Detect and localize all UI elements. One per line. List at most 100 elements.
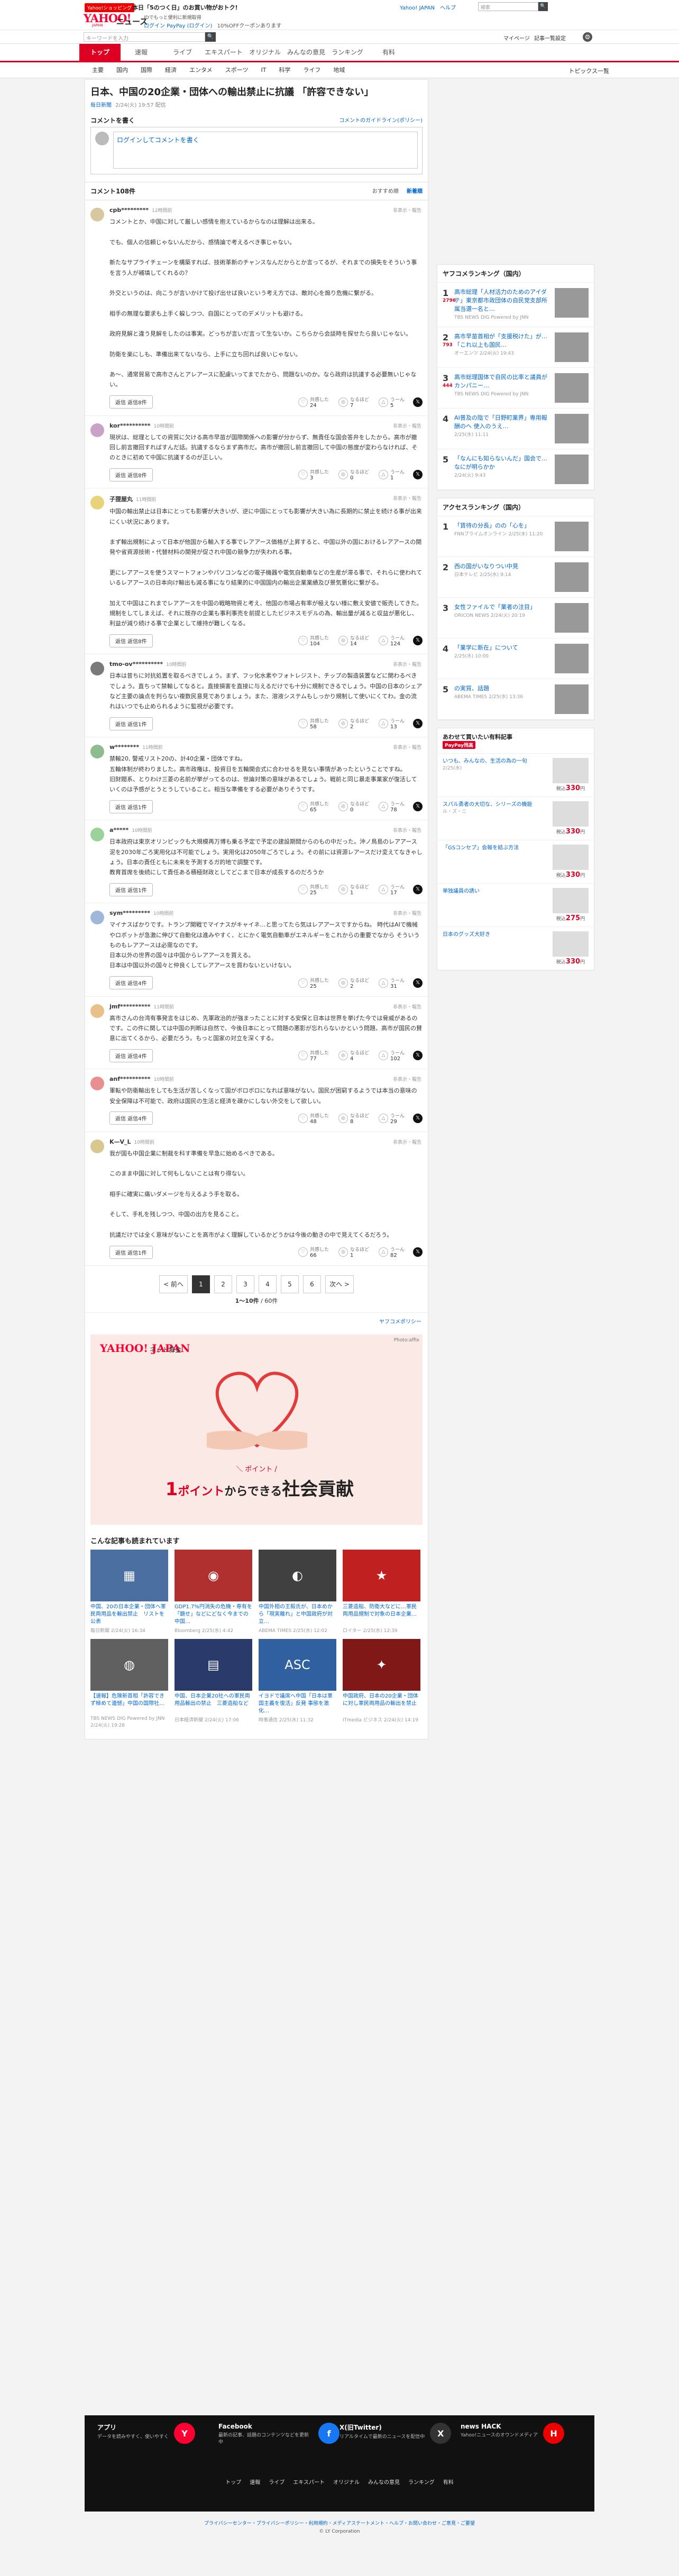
footer-nav-link[interactable]: オリジナル (333, 2478, 360, 2486)
comment-user[interactable]: anf********** 10時間前 (109, 1076, 423, 1082)
vote-think[interactable]: ◎ なるほど 2 (338, 977, 369, 989)
paid-article-item[interactable]: 日本のグッズ大好き 税込330円 (437, 926, 594, 970)
ranking-title[interactable]: 高市総理「人材活力のためのアイダテ」東京都市政団体の自民党支部所属当選一名と… T… (454, 288, 550, 321)
vote-think[interactable]: ◎ なるほど 4 (338, 1049, 369, 1062)
access-ranking-title[interactable]: 西の国がいなりつい中見 日本テレビ 2/25(水) 9:14 (454, 562, 550, 592)
related-article[interactable]: ▤ 中国、日本企業20社への軍民両用品輸出の禁止 三菱造船など 日本経済新聞 2/2… (175, 1639, 252, 1728)
avatar[interactable] (90, 1004, 104, 1018)
related-title[interactable]: 【速報】危険新首相「許容できず極めて遺憾」中国の国際社… (90, 1693, 168, 1715)
vote-disagree[interactable]: △ うーん 17 (378, 883, 405, 896)
access-ranking-item[interactable]: 1 「賃待の分長」のの「心を」 FNNプライムオンライン 2/25(水) 11:20 (437, 516, 594, 557)
vote-agree[interactable]: ♡ 共感した 25 (298, 883, 329, 896)
footer-block[interactable]: X(旧Twitter) リアルタイムで最新のニュースを配信中 X (340, 2423, 461, 2445)
reply-button[interactable]: 返信 返信4件 (109, 1111, 153, 1125)
tab-3[interactable]: エキスパート (203, 44, 244, 61)
access-ranking-title[interactable]: 女性ファイルで「業者の注目」 ORICON NEWS 2/24(火) 20:19 (454, 603, 550, 633)
comment-user[interactable]: sym********* 10時間前 (109, 910, 423, 916)
footer-nav-link[interactable]: 速報 (250, 2478, 260, 2486)
report-link[interactable]: 非表示・報告 (393, 910, 421, 916)
access-ranking-title[interactable]: 「業学に新在」について 2/25(水) 10:00 (454, 644, 550, 673)
paid-article-title[interactable]: 「GSコンセプ」会報を結ぶ方法 (443, 845, 548, 879)
vote-think[interactable]: ◎ なるほど 14 (338, 634, 369, 647)
subnav-item-0[interactable]: 主要 (86, 62, 110, 78)
subnav-item-8[interactable]: ライフ (297, 62, 327, 78)
related-title[interactable]: GDP1.7%円消失の危機・専有を「鏡せ」などにどなく今までの中国… (175, 1604, 252, 1626)
ranking-title[interactable]: AI普及の陰で「日野町業界」専用報酬のへ 使入のうえ… 2/25(水) 11:11 (454, 414, 550, 443)
page-button[interactable]: 4 (259, 1275, 277, 1294)
avatar[interactable] (90, 662, 104, 676)
vote-think[interactable]: ◎ なるほど 1 (338, 883, 369, 896)
settings-link[interactable]: 記事一覧設定 (534, 34, 566, 42)
yahoo-logo[interactable]: YAHOO! JAPAN (84, 13, 132, 27)
related-title[interactable]: イヨドで議席へ中国「日本は軍国主義を復活」反発 事態を激化… (259, 1693, 336, 1715)
paid-article-title[interactable]: 日本のグッズ大好き (443, 931, 548, 966)
reply-button[interactable]: 返信 返信8件 (109, 468, 153, 481)
comment-user[interactable]: kor********** 10時間前 (109, 422, 423, 429)
subnav-item-3[interactable]: 経済 (159, 62, 183, 78)
report-link[interactable]: 非表示・報告 (393, 1138, 421, 1145)
related-article[interactable]: ◍ 【速報】危険新首相「許容できず極めて遺憾」中国の国際社… TBS NEWS DI… (90, 1639, 168, 1728)
related-article[interactable]: ASC イヨドで議席へ中国「日本は軍国主義を復活」反発 事態を激化… 時事通信 2/… (259, 1639, 336, 1728)
vote-agree[interactable]: ♡ 共感した 58 (298, 717, 329, 730)
related-title[interactable]: 三菱造船、防衛大などに…軍民両用品規制で対象の日本企業… (343, 1604, 420, 1626)
search-icon[interactable]: 🔍 (538, 2, 548, 11)
footer-nav-link[interactable]: ランキング (408, 2478, 435, 2486)
report-link[interactable]: 非表示・報告 (393, 1076, 421, 1082)
x-share-icon[interactable]: 𝕏 (413, 978, 423, 988)
footer-block[interactable]: news HACK Yahoo!ニュースのオウンドメディア H (461, 2423, 582, 2445)
yahoo-comment-policy-link[interactable]: ヤフコメポリシー (85, 1312, 428, 1329)
x-share-icon[interactable]: 𝕏 (413, 802, 423, 812)
vote-agree[interactable]: ♡ 共感した 104 (298, 634, 329, 647)
ranking-title[interactable]: 高市総理国体で自民の比率と議員がカンパニー… TBS NEWS DIG Power… (454, 373, 550, 403)
promo-badge[interactable]: Yahoo!ショッピング (85, 3, 135, 12)
xtwitter-icon[interactable]: X (430, 2423, 452, 2444)
reply-button[interactable]: 返信 返信1件 (109, 883, 153, 896)
x-share-icon[interactable]: 𝕏 (413, 1247, 423, 1257)
vote-disagree[interactable]: △ うーん 78 (378, 800, 405, 813)
paid-article-item[interactable]: 「GSコンセプ」会報を結ぶ方法 税込330円 (437, 839, 594, 883)
comment-user[interactable]: K—V_L 10時間前 (109, 1138, 423, 1145)
vote-disagree[interactable]: △ うーん 1 (378, 468, 405, 481)
source-link[interactable]: 毎日新聞 (90, 103, 112, 108)
comment-user[interactable]: jmf********** 11時間前 (109, 1003, 423, 1010)
login-link[interactable]: ログイン (144, 23, 165, 29)
topics-list-link[interactable]: トピックス一覧 (568, 67, 609, 75)
vote-disagree[interactable]: △ うーん 102 (378, 1049, 405, 1062)
comment-policy-link[interactable]: コメントのガイドライン(ポリシー) (339, 116, 423, 125)
paypay-login-link[interactable]: PayPay (ログイン) (167, 23, 212, 29)
reply-button[interactable]: 返信 返信8件 (109, 634, 153, 647)
page-button[interactable]: 3 (236, 1275, 254, 1294)
related-title[interactable]: 中国、日本企業20社への軍民両用品輸出の禁止 三菱造船など (175, 1693, 252, 1715)
top-links[interactable]: Yahoo! JAPAN ヘルプ (400, 3, 456, 11)
page-button[interactable]: 2 (214, 1275, 232, 1294)
reply-button[interactable]: 返信 返信1件 (109, 1245, 153, 1259)
avatar[interactable] (90, 745, 104, 759)
x-share-icon[interactable]: 𝕏 (413, 636, 423, 646)
subnav-item-1[interactable]: 国内 (110, 62, 134, 78)
tab-2[interactable]: ライブ (162, 44, 203, 61)
avatar[interactable] (90, 1077, 104, 1091)
-icon[interactable]: Y (174, 2423, 196, 2444)
vote-disagree[interactable]: △ うーん 5 (378, 396, 405, 409)
related-article[interactable]: ▦ 中国、20の日本企業・団体へ軍民両用品を輸出禁止 リストを公表 毎日新聞 2/2… (90, 1550, 168, 1634)
tab-6[interactable]: ランキング (327, 44, 368, 61)
x-share-icon[interactable]: 𝕏 (413, 470, 423, 480)
paid-article-item[interactable]: 単独議員の誘い 税込275円 (437, 883, 594, 926)
subnav-item-9[interactable]: 地域 (327, 62, 351, 78)
related-article[interactable]: ★ 三菱造船、防衛大などに…軍民両用品規制で対象の日本企業… ロイター 2/25(水… (343, 1550, 420, 1634)
related-article[interactable]: ◐ 中国外相の王毅氏が、日本めから「現実離れ」と中国政府が対立… ABEMA TIM… (259, 1550, 336, 1634)
sort-recommended[interactable]: おすすめ順 (372, 189, 399, 194)
vote-think[interactable]: ◎ なるほど 2 (338, 717, 369, 730)
x-share-icon[interactable]: 𝕏 (413, 885, 423, 895)
ranking-item[interactable]: 3 444 高市総理国体で自民の比率と議員がカンパニー… TBS NEWS DIG P… (437, 368, 594, 409)
avatar[interactable] (90, 828, 104, 842)
avatar[interactable] (90, 911, 104, 925)
vote-think[interactable]: ◎ なるほど 8 (338, 1112, 369, 1125)
next-page-button[interactable]: 次へ > (325, 1275, 354, 1294)
reply-button[interactable]: 返信 返信4件 (109, 976, 153, 990)
tagline[interactable]: IDでもっと便利に新規取得 (144, 14, 201, 21)
vote-agree[interactable]: ♡ 共感した 24 (298, 396, 329, 409)
vote-agree[interactable]: ♡ 共感した 3 (298, 468, 329, 481)
avatar[interactable] (90, 1139, 104, 1153)
subnav-item-7[interactable]: 科学 (272, 62, 297, 78)
